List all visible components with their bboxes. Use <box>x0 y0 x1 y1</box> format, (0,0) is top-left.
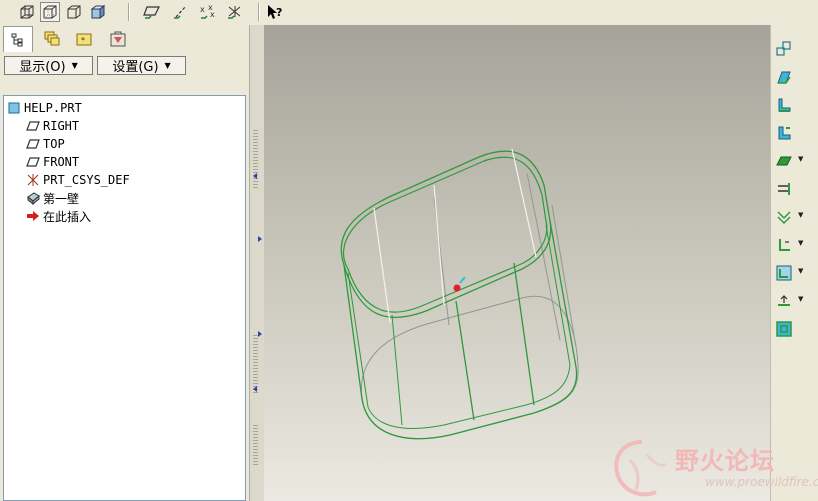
layer-tree-tab[interactable] <box>37 26 67 52</box>
tree-item-label: FRONT <box>43 155 80 169</box>
chevron-down-icon[interactable]: ▼ <box>798 295 803 303</box>
display-style-no-hidden-icon[interactable] <box>64 2 84 22</box>
tree-item-first-wall[interactable]: 第一壁 <box>26 189 79 207</box>
insert-here-arrow-icon <box>26 209 40 223</box>
tree-item-label: TOP <box>43 137 65 151</box>
settings-menu-button[interactable]: 设置(G) ▼ <box>97 56 186 75</box>
settings-menu-label: 设置(G) <box>112 60 159 75</box>
tree-item-csys[interactable]: PRT_CSYS_DEF <box>26 171 130 189</box>
navigator-panel: * 显示(O) ▼ 设置(G) ▼ HELP.PRT RIGHT TOP FRO… <box>0 25 249 501</box>
chevron-down-icon[interactable]: ▼ <box>798 155 803 163</box>
pick-marker <box>459 276 466 284</box>
chevron-down-icon[interactable]: ▼ <box>798 239 803 247</box>
datum-planes-toggle-icon[interactable] <box>142 2 162 22</box>
svg-text:x: x <box>210 10 215 19</box>
favorites-tab[interactable] <box>103 26 133 52</box>
flange-wall-icon[interactable] <box>774 95 794 115</box>
tree-item-label: 第一壁 <box>43 191 80 206</box>
extend-wall-icon[interactable] <box>774 151 794 171</box>
show-menu-button[interactable]: 显示(O) ▼ <box>4 56 93 75</box>
flat-pattern-icon[interactable] <box>774 319 794 339</box>
tree-item-front[interactable]: FRONT <box>26 153 79 171</box>
tree-item-part[interactable]: HELP.PRT <box>7 99 82 117</box>
show-menu-label: 显示(O) <box>19 60 66 75</box>
datum-plane-icon <box>26 119 40 133</box>
datum-plane-icon <box>26 137 40 151</box>
datum-plane-icon <box>26 155 40 169</box>
splitter-grip[interactable] <box>253 130 258 190</box>
sheetmetal-toolbar: ▼ ▼ ▼ ▼ ▼ <box>770 25 818 501</box>
part-icon <box>7 101 21 115</box>
tree-item-label: PRT_CSYS_DEF <box>43 173 130 187</box>
context-help-icon[interactable]: ? <box>265 2 285 22</box>
expand-right-icon[interactable] <box>256 330 264 338</box>
tree-item-insert-here[interactable]: 在此插入 <box>26 207 91 225</box>
tree-item-label: 在此插入 <box>43 209 92 224</box>
navigator-tabs: * <box>0 25 249 53</box>
folder-browser-tab[interactable]: * <box>69 26 99 52</box>
tree-item-label: RIGHT <box>43 119 80 133</box>
model-tree-tab[interactable] <box>3 26 33 52</box>
svg-text:?: ? <box>276 6 282 19</box>
chevron-down-icon: ▼ <box>71 61 78 70</box>
expand-right-icon[interactable] <box>256 235 264 243</box>
collapse-left-icon[interactable] <box>251 172 259 180</box>
tree-item-right[interactable]: RIGHT <box>26 117 79 135</box>
selection-point <box>453 284 461 292</box>
coordinate-systems-toggle-icon[interactable] <box>225 2 245 22</box>
unattached-wall-icon[interactable] <box>774 123 794 143</box>
tree-item-label: HELP.PRT <box>24 101 82 115</box>
flat-wall-icon[interactable] <box>774 67 794 87</box>
bend-icon[interactable] <box>774 235 794 255</box>
svg-text:*: * <box>81 36 85 45</box>
csys-icon <box>26 173 40 187</box>
first-wall-feature-icon <box>26 191 40 205</box>
unbend-icon[interactable] <box>774 263 794 283</box>
model-wireframe <box>340 148 579 440</box>
datum-axes-toggle-icon[interactable] <box>171 2 191 22</box>
splitter-grip[interactable] <box>253 425 258 465</box>
tree-item-top[interactable]: TOP <box>26 135 65 153</box>
collapse-left-icon[interactable] <box>251 385 259 393</box>
chevron-down-icon[interactable]: ▼ <box>798 267 803 275</box>
sheetmetal-convert-icon[interactable] <box>774 39 794 59</box>
model-tree: HELP.PRT RIGHT TOP FRONT PRT_CSYS_DEF 第一… <box>3 95 246 501</box>
top-toolbar: xxx ? <box>0 0 818 26</box>
merge-icon[interactable] <box>774 207 794 227</box>
svg-text:x: x <box>200 5 205 14</box>
display-style-wireframe-icon[interactable] <box>17 2 37 22</box>
chevron-down-icon[interactable]: ▼ <box>798 211 803 219</box>
panel-splitter[interactable] <box>249 25 264 501</box>
bend-back-icon[interactable] <box>774 291 794 311</box>
chevron-down-icon: ▼ <box>164 61 171 70</box>
display-style-hidden-line-icon[interactable] <box>40 2 60 22</box>
rip-icon[interactable] <box>774 179 794 199</box>
display-style-shaded-icon[interactable] <box>88 2 108 22</box>
datum-points-toggle-icon[interactable]: xxx <box>198 2 218 22</box>
graphics-window[interactable] <box>264 25 770 501</box>
